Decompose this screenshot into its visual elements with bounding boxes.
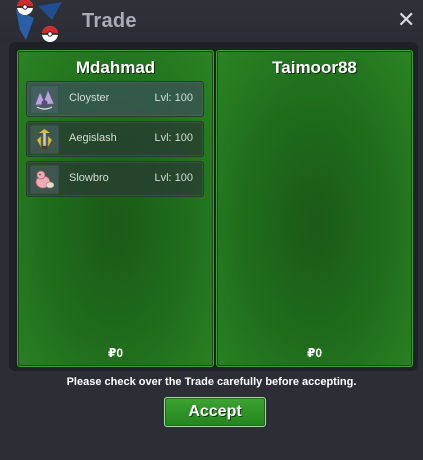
pokemon-row[interactable]: Cloyster Lvl: 100 [26,81,204,117]
pokemon-row[interactable]: Aegislash Lvl: 100 [26,121,204,157]
pokemon-name: Cloyster [69,92,110,104]
right-trade-panel: Taimoor88 ₽0 [216,50,413,367]
pokemon-level: Lvl: 100 [154,132,193,144]
left-pokemon-list: Cloyster Lvl: 100 Aegislash Lvl: 100 Slo… [26,81,204,201]
cloyster-icon [30,85,59,114]
trade-notice: Please check over the Trade carefully be… [66,376,357,388]
left-player-name: Mdahmad [75,58,156,77]
right-money: ₽0 [306,346,323,360]
pokeball-logo-icon [16,0,62,42]
pokemon-name: Aegislash [69,132,117,144]
pokemon-level: Lvl: 100 [154,92,193,104]
trade-window: Trade ✕ Mdahmad Cloyster Lvl: 100 Aegisl… [0,0,423,460]
left-trade-panel: Mdahmad Cloyster Lvl: 100 Aegislash Lvl:… [17,50,214,367]
pokemon-row[interactable]: Slowbro Lvl: 100 [26,161,204,197]
pokemon-name: Slowbro [69,172,109,184]
right-player-name: Taimoor88 [272,58,357,77]
window-title: Trade [82,10,137,32]
title-bar: Trade ✕ [0,0,423,42]
accept-button[interactable]: Accept [164,397,266,427]
aegislash-icon [30,125,59,154]
close-icon[interactable]: ✕ [397,9,415,31]
pokemon-level: Lvl: 100 [154,172,193,184]
left-money: ₽0 [107,346,124,360]
slowbro-icon [30,165,59,194]
